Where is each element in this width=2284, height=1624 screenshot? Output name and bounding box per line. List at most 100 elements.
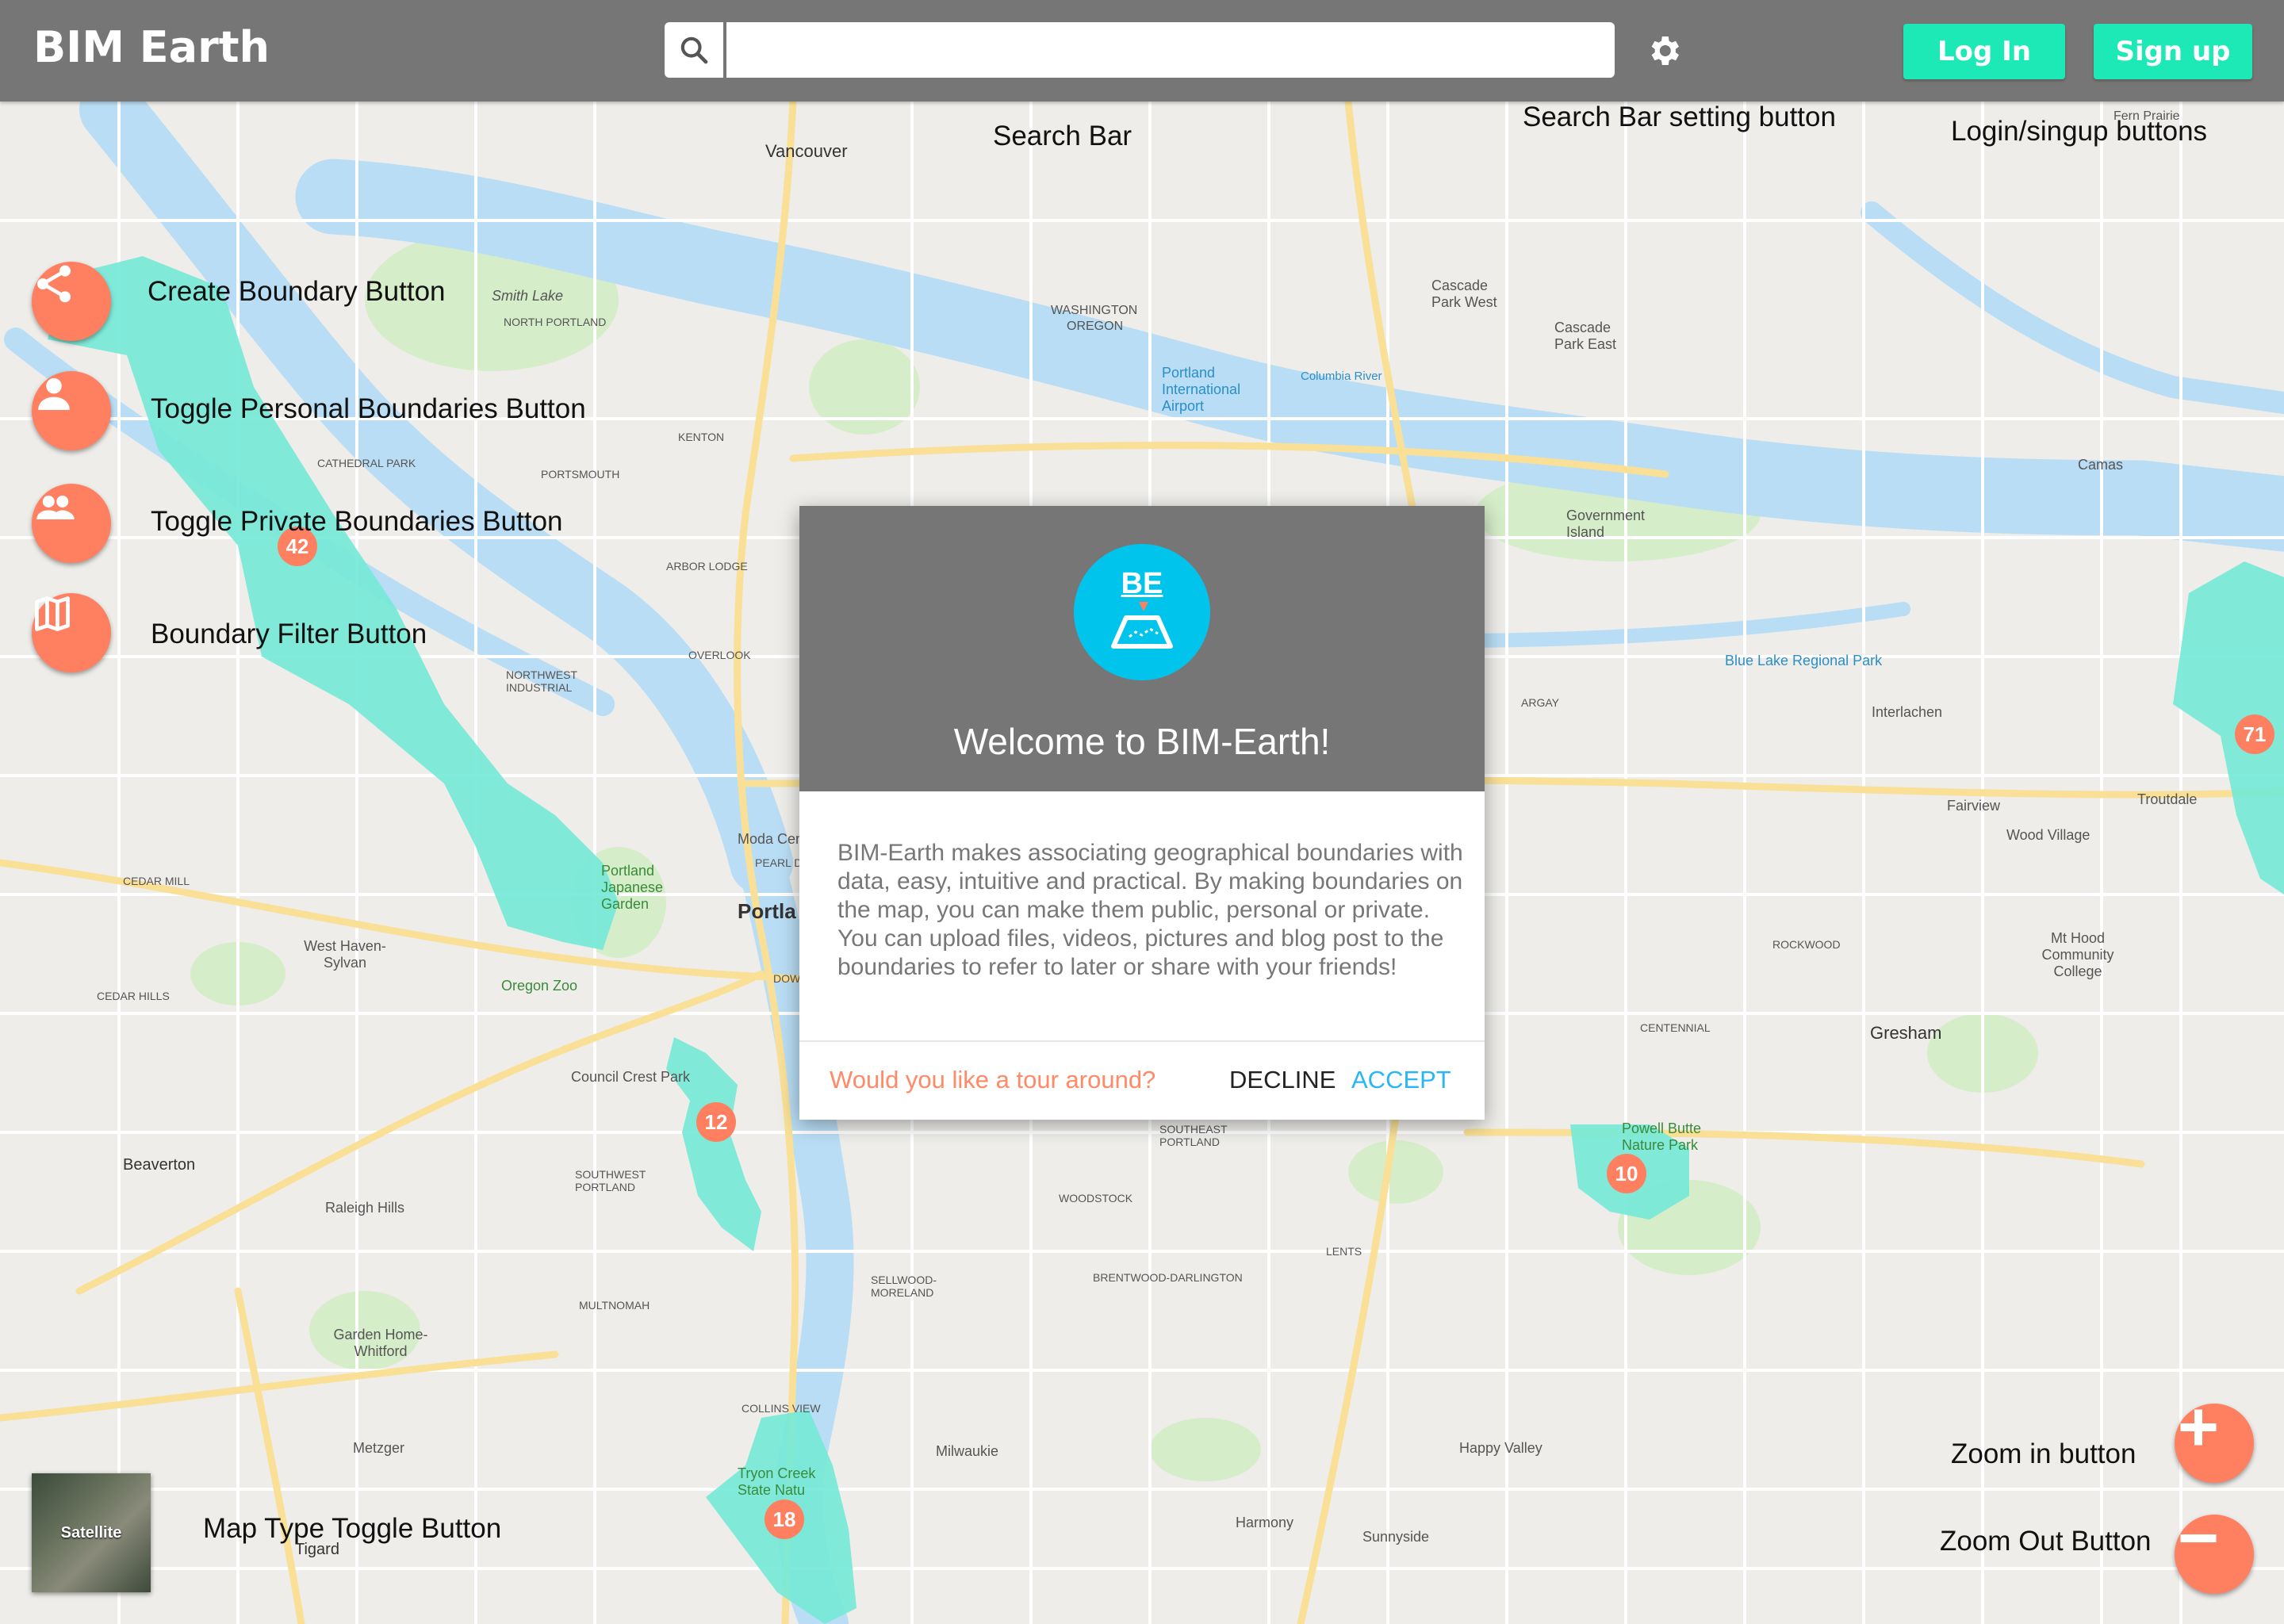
create-boundary-button[interactable] xyxy=(32,262,111,341)
annotation-search-setting: Search Bar setting button xyxy=(1523,102,1836,132)
place-label: Cascade Park West xyxy=(1431,278,1497,310)
place-label: Troutdale xyxy=(2137,791,2198,807)
person-icon xyxy=(38,377,70,410)
place-label: Mt Hood Community College xyxy=(2041,930,2114,979)
place-label: Raleigh Hills xyxy=(325,1200,405,1216)
toggle-private-boundaries-button[interactable] xyxy=(32,484,111,563)
logo-text: BE xyxy=(1121,567,1163,600)
place-label: SOUTHEAST PORTLAND xyxy=(1159,1123,1228,1148)
place-label: KENTON xyxy=(678,431,725,443)
welcome-dialog: BE Welcome to BIM-Earth! BIM-Earth makes… xyxy=(799,506,1485,1120)
place-label: WOODSTOCK xyxy=(1059,1192,1133,1205)
boundary-marker[interactable]: 10 xyxy=(1607,1154,1646,1193)
place-label: ARGAY xyxy=(1521,696,1559,709)
place-label: Metzger xyxy=(353,1440,405,1456)
map-type-toggle-button[interactable]: Satellite xyxy=(32,1473,151,1592)
place-label: Oregon Zoo xyxy=(501,978,578,994)
place-label: NORTHWEST INDUSTRIAL xyxy=(506,668,577,694)
annotation-map-type: Map Type Toggle Button xyxy=(203,1513,502,1544)
place-label: Vancouver xyxy=(765,141,848,161)
place-label: Interlachen xyxy=(1872,704,1943,720)
place-label: WASHINGTON xyxy=(1051,304,1138,317)
minus-icon xyxy=(2180,1534,2217,1542)
place-label: Powell Butte Nature Park xyxy=(1622,1120,1702,1153)
boundary-filter-button[interactable] xyxy=(32,593,111,672)
app-title: BIM Earth xyxy=(33,22,270,72)
bim-earth-logo: BE xyxy=(1074,544,1210,680)
login-button[interactable]: Log In xyxy=(1903,24,2065,79)
search-button[interactable] xyxy=(665,22,723,78)
place-label: Blue Lake Regional Park xyxy=(1725,653,1883,668)
decline-button[interactable]: DECLINE xyxy=(1229,1066,1336,1094)
zoom-in-button[interactable] xyxy=(2175,1404,2254,1483)
place-label: CENTENNIAL xyxy=(1640,1021,1711,1034)
place-label: ROCKWOOD xyxy=(1772,938,1841,951)
dialog-header: BE Welcome to BIM-Earth! xyxy=(799,506,1485,791)
place-label: Council Crest Park xyxy=(571,1069,691,1085)
place-label: Portland International Airport xyxy=(1162,365,1241,414)
boundary-marker[interactable]: 18 xyxy=(765,1500,804,1539)
plus-icon xyxy=(2180,1409,2217,1446)
place-label: Portland Japanese Garden xyxy=(601,863,664,912)
place-label: Happy Valley xyxy=(1459,1440,1542,1456)
place-label: LENTS xyxy=(1326,1245,1362,1258)
place-label: Milwaukie xyxy=(936,1443,999,1459)
place-label: PORTSMOUTH xyxy=(541,468,620,481)
place-label: Columbia River xyxy=(1301,370,1382,383)
place-label: SOUTHWEST PORTLAND xyxy=(575,1168,646,1193)
place-label: Gresham xyxy=(1870,1023,1942,1043)
annotation-zoom-out: Zoom Out Button xyxy=(1940,1526,2152,1557)
search-icon xyxy=(680,36,708,64)
place-label: Fairview xyxy=(1947,798,2001,814)
zoom-out-button[interactable] xyxy=(2175,1515,2254,1594)
place-label: CEDAR MILL xyxy=(123,875,190,887)
place-label: NORTH PORTLAND xyxy=(504,316,607,328)
place-label: Harmony xyxy=(1236,1515,1294,1530)
annotation-zoom-in: Zoom in button xyxy=(1951,1438,2136,1469)
gear-icon xyxy=(1651,36,1679,65)
place-label: Sunnyside xyxy=(1362,1529,1430,1545)
search-settings-button[interactable] xyxy=(1642,29,1686,73)
top-bar: BIM Earth Log In Sign up xyxy=(0,0,2284,102)
place-label: Beaverton xyxy=(123,1156,196,1174)
place-label: BRENTWOOD-DARLINGTON xyxy=(1093,1271,1243,1284)
annotation-login-signup: Login/singup buttons xyxy=(1951,116,2208,147)
annotation-search-bar: Search Bar xyxy=(993,121,1132,151)
place-label: Cascade Park East xyxy=(1554,320,1617,352)
place-label: OREGON xyxy=(1067,320,1124,333)
place-label: CATHEDRAL PARK xyxy=(317,457,416,469)
place-label: OVERLOOK xyxy=(688,649,751,661)
group-icon xyxy=(36,496,75,519)
place-label: ARBOR LODGE xyxy=(666,560,748,573)
toggle-personal-boundaries-button[interactable] xyxy=(32,371,111,450)
place-label: SELLWOOD-MORELAND xyxy=(871,1274,937,1299)
dialog-title: Welcome to BIM-Earth! xyxy=(953,721,1331,762)
search-bar xyxy=(665,22,1616,78)
place-label: MULTNOMAH xyxy=(579,1299,650,1312)
search-input[interactable] xyxy=(726,22,1615,78)
place-label: West Haven-Sylvan xyxy=(304,938,386,971)
map-icon xyxy=(35,596,70,631)
dialog-footer: Would you like a tour around? DECLINE AC… xyxy=(799,1042,1485,1120)
annotation-toggle-personal: Toggle Personal Boundaries Button xyxy=(151,393,586,424)
place-label: Smith Lake xyxy=(492,288,564,304)
place-label: CEDAR HILLS xyxy=(97,990,170,1002)
place-label: Wood Village xyxy=(2006,827,2090,843)
satellite-label: Satellite xyxy=(60,1523,122,1542)
place-label: Camas xyxy=(2078,457,2124,473)
place-label: Portla xyxy=(738,899,796,923)
signup-button[interactable]: Sign up xyxy=(2094,24,2252,79)
place-label: Moda Cen xyxy=(738,831,804,847)
dialog-body: BIM-Earth makes associating geographical… xyxy=(837,840,1463,980)
place-label: Tryon Creek State Natu xyxy=(738,1465,816,1498)
boundary-marker[interactable]: 71 xyxy=(2235,714,2274,754)
boundary-marker[interactable]: 12 xyxy=(696,1102,736,1142)
annotation-boundary-filter: Boundary Filter Button xyxy=(151,619,427,649)
tour-prompt: Would you like a tour around? xyxy=(830,1066,1156,1094)
accept-button[interactable]: ACCEPT xyxy=(1351,1066,1451,1094)
share-icon xyxy=(37,265,71,303)
annotation-toggle-private: Toggle Private Boundaries Button xyxy=(151,506,563,537)
place-label: Government Island xyxy=(1566,508,1646,540)
boundary-logo-icon xyxy=(1111,602,1173,649)
annotation-create-boundary: Create Boundary Button xyxy=(148,276,446,307)
